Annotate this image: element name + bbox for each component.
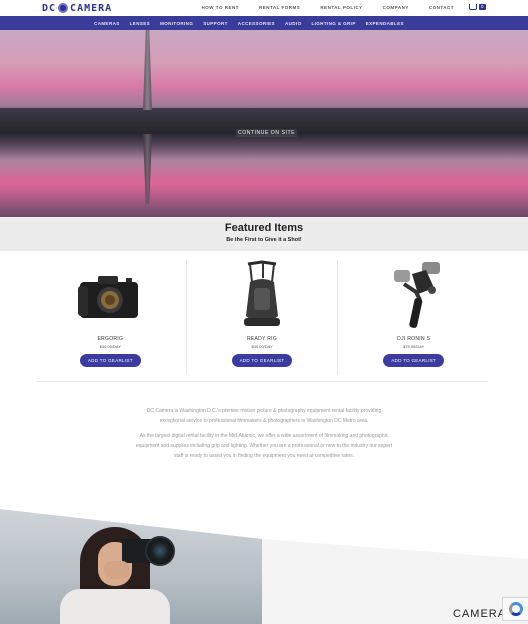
cart-count-badge: 0 [479,4,486,10]
category-lighting-grip[interactable]: LIGHTING & GRIP [311,21,355,26]
product-name: DJI RONIN S [397,336,431,342]
nav-rental-forms[interactable]: RENTAL FORMS [259,5,300,10]
category-lenses[interactable]: LENSES [130,21,150,26]
ready-rig-image[interactable] [222,260,302,332]
category-monitoring[interactable]: MONITORING [160,21,193,26]
product-price: $40.00/DAY [99,344,121,349]
lens-icon [58,3,69,13]
top-bar: DC CAMERA HOW TO RENT RENTAL FORMS RENTA… [0,0,528,16]
cart-icon [469,4,477,10]
logo[interactable]: DC CAMERA [42,2,112,14]
featured-products: ERGORIG $40.00/DAY ADD TO GEARLIST READY… [35,260,489,375]
category-nav: CAMERAS LENSES MONITORING SUPPORT ACCESS… [0,16,528,30]
category-expendables[interactable]: EXPENDABLES [366,21,404,26]
ergorig-image[interactable] [70,260,150,332]
product-price: $75.00/DAY [403,344,425,349]
top-nav: HOW TO RENT RENTAL FORMS RENTAL POLICY C… [202,5,454,10]
about-paragraph: As the largest digital rental facility i… [136,433,392,459]
nav-rental-policy[interactable]: RENTAL POLICY [320,5,362,10]
featured-subtitle: Be the First to Give it a Shot! [226,237,302,243]
water-reflection [0,134,528,217]
camera-section-panel [262,539,528,624]
about-text: DC Camera is Washington D.C.'s premier m… [136,406,392,461]
product-card: READY RIG $40.00/DAY ADD TO GEARLIST [185,260,338,375]
add-to-gearlist-button[interactable]: ADD TO GEARLIST [79,354,141,367]
product-card: DJI RONIN S $75.00/DAY ADD TO GEARLIST [337,260,489,375]
section-divider [36,381,488,382]
photographer-hand [104,561,130,579]
category-accessories[interactable]: ACCESSORIES [238,21,275,26]
dji-ronin-s-image[interactable] [374,260,454,332]
product-name: ERGORIG [97,336,124,342]
add-to-gearlist-button[interactable]: ADD TO GEARLIST [231,354,293,367]
photographer-image [0,509,262,624]
monument-image [143,30,152,110]
continue-on-site-link[interactable]: CONTINUE ON SITE [236,129,298,137]
logo-text-right: CAMERA [70,2,113,14]
product-name: READY RIG [246,336,278,342]
camera-lens [145,536,175,566]
category-audio[interactable]: AUDIO [285,21,302,26]
photographer-shirt [60,589,170,624]
cart-button[interactable]: 0 [469,4,486,10]
product-card: ERGORIG $40.00/DAY ADD TO GEARLIST [35,260,186,375]
logo-text-left: DC [42,2,57,14]
featured-header: Featured Items Be the First to Give it a… [0,217,528,251]
about-paragraph: DC Camera is Washington D.C.'s premier m… [146,408,382,424]
category-support[interactable]: SUPPORT [203,21,228,26]
recaptcha-badge[interactable] [502,597,528,621]
category-cameras[interactable]: CAMERAS [94,21,120,26]
add-to-gearlist-button[interactable]: ADD TO GEARLIST [383,354,445,367]
nav-how-to-rent[interactable]: HOW TO RENT [202,5,239,10]
recaptcha-icon [508,602,523,616]
camera-section-heading: CAMERA [453,608,507,620]
hero-banner: CONTINUE ON SITE [0,30,528,217]
nav-contact[interactable]: CONTACT [429,5,454,10]
product-price: $40.00/DAY [251,344,273,349]
featured-title: Featured Items [224,222,304,234]
nav-company[interactable]: COMPANY [383,5,409,10]
